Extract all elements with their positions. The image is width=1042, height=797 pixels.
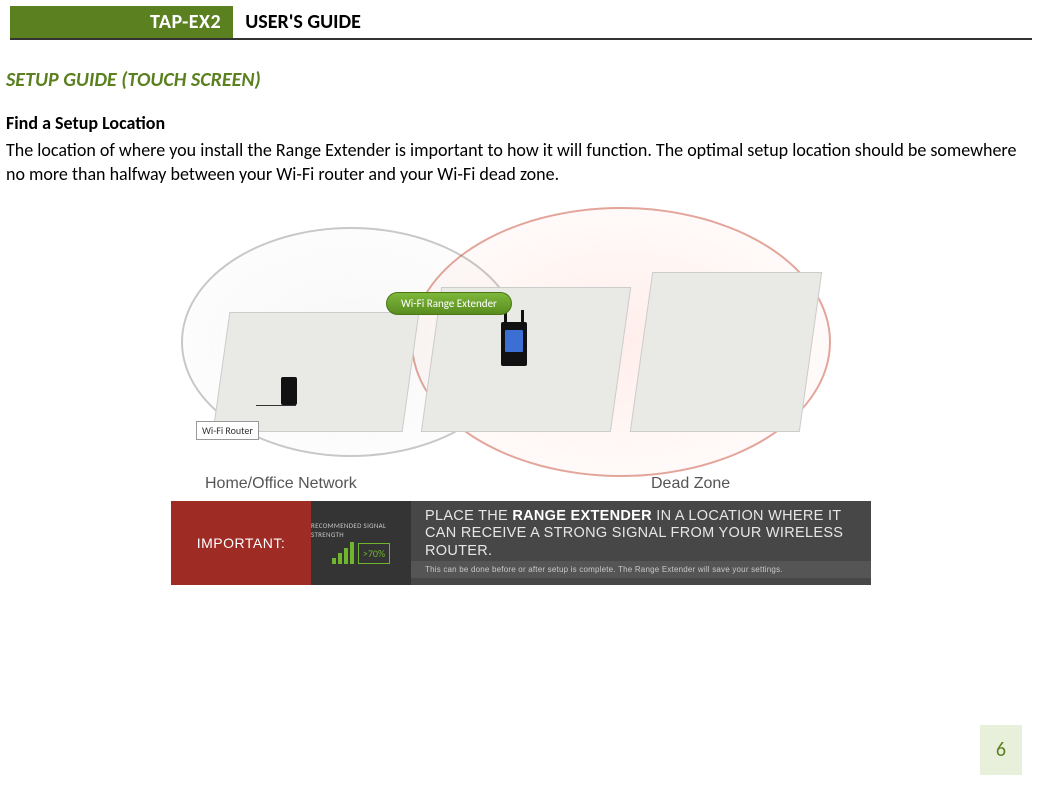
signal-bars-icon (332, 542, 354, 564)
router-callout-line (256, 405, 296, 406)
banner-msg-bold: RANGE EXTENDER (512, 508, 652, 524)
body-paragraph: The location of where you install the Ra… (6, 138, 1022, 187)
banner-important-label: IMPORTANT: (171, 501, 311, 585)
subheading-find-location: Find a Setup Location (6, 112, 1042, 134)
placement-diagram: Wi-Fi Router Wi-Fi Range Extender Home/O… (171, 217, 871, 477)
banner-msg-pre: PLACE THE (425, 508, 512, 524)
header-model-badge: TAP-EX2 (10, 6, 233, 38)
range-extender-screen (505, 330, 523, 352)
signal-percent: >70% (358, 543, 390, 564)
banner-message-box: PLACE THE RANGE EXTENDER IN A LOCATION W… (411, 501, 871, 585)
placement-figure: Wi-Fi Router Wi-Fi Range Extender Home/O… (171, 217, 871, 585)
caption-home-network: Home/Office Network (205, 475, 357, 493)
router-label: Wi-Fi Router (196, 421, 259, 440)
range-extender-label: Wi-Fi Range Extender (386, 292, 512, 315)
page-header: TAP-EX2 USER'S GUIDE (10, 6, 1032, 40)
banner-signal-box: RECOMMENDED SIGNAL STRENGTH >70% (311, 501, 411, 585)
room-left (213, 312, 420, 432)
banner-message: PLACE THE RANGE EXTENDER IN A LOCATION W… (411, 508, 871, 561)
header-title: USER'S GUIDE (233, 6, 373, 38)
important-banner: IMPORTANT: RECOMMENDED SIGNAL STRENGTH >… (171, 501, 871, 585)
page-number: 6 (980, 725, 1022, 775)
caption-dead-zone: Dead Zone (651, 475, 730, 493)
banner-subnote: This can be done before or after setup i… (411, 561, 871, 578)
wifi-router-icon (281, 377, 297, 405)
room-right (630, 272, 822, 432)
section-title: SETUP GUIDE (TOUCH SCREEN) (6, 68, 1042, 92)
signal-strength-caption: RECOMMENDED SIGNAL STRENGTH (311, 521, 411, 539)
